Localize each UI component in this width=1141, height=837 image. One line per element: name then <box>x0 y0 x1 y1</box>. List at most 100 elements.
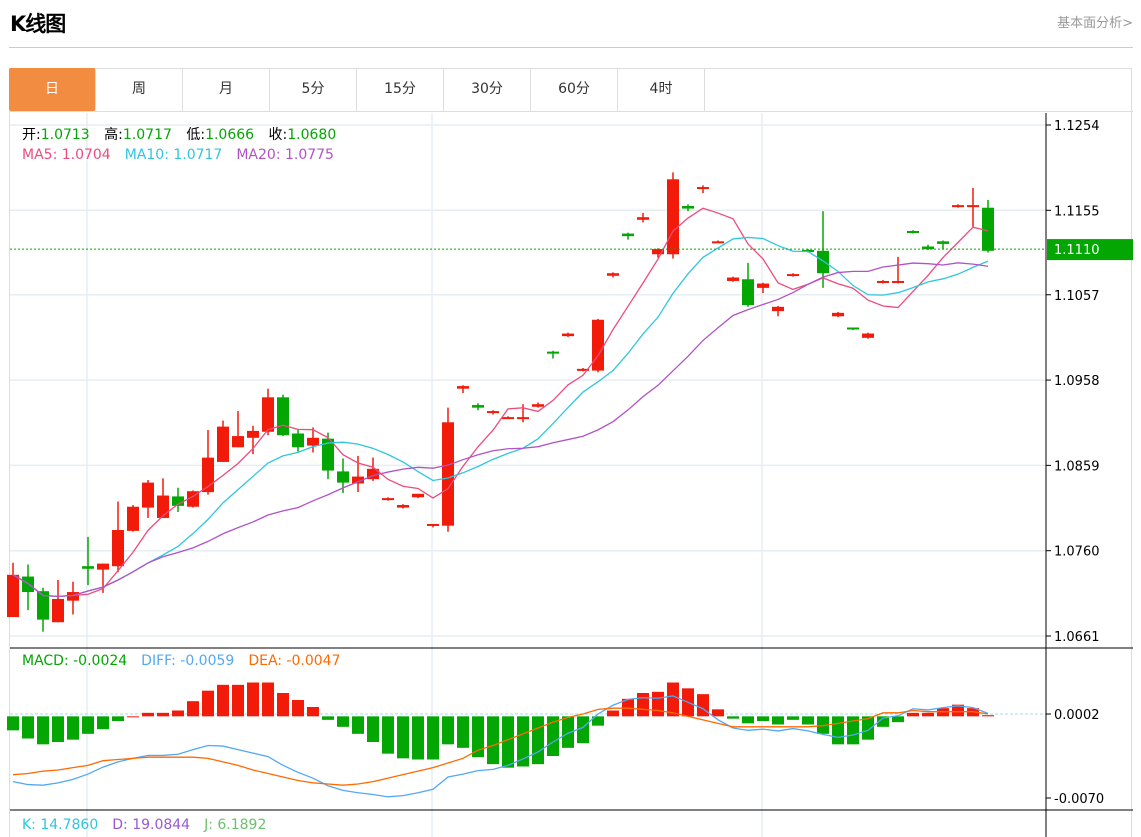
candle-up-body <box>892 280 904 283</box>
macd-bar-negative <box>367 716 379 742</box>
macd-bar-positive <box>202 690 214 717</box>
candle-down-body <box>622 233 634 237</box>
high-label: 高: <box>104 127 123 143</box>
dea-value: DEA: -0.0047 <box>248 653 341 669</box>
candle-up-body <box>592 319 604 371</box>
macd-bar-negative <box>37 716 49 745</box>
diff-value: DIFF: -0.0059 <box>141 653 235 669</box>
candle-down-body <box>937 241 949 244</box>
candle-up-body <box>712 241 724 244</box>
candle-down-body <box>682 206 694 209</box>
macd-bar-negative <box>802 716 814 725</box>
candle-up-body <box>7 574 19 618</box>
d-value: D: 19.0844 <box>112 817 191 833</box>
macd-tick-label: -0.0070 <box>1054 792 1104 807</box>
candle-up-body <box>487 411 499 414</box>
candle-down-body <box>292 433 304 448</box>
candle-up-body <box>607 273 619 276</box>
candle-up-body <box>232 436 244 448</box>
close-label: 收: <box>268 127 288 143</box>
candle-up-body <box>157 495 169 518</box>
macd-bar-negative <box>322 716 334 720</box>
macd-bar-negative <box>832 716 844 745</box>
candle-up-body <box>637 217 649 220</box>
candle-up-body <box>397 505 409 508</box>
macd-legend: MACD: -0.0024 DIFF: -0.0059 DEA: -0.0047 <box>22 653 350 669</box>
macd-bar-positive <box>262 682 274 717</box>
candle-down-body <box>472 405 484 408</box>
candle-up-body <box>247 430 259 438</box>
macd-bar-positive <box>652 691 664 717</box>
macd-bar-positive <box>247 682 259 717</box>
low-label: 低: <box>186 127 206 143</box>
price-tick-label: 1.1057 <box>1054 289 1100 304</box>
macd-value: MACD: -0.0024 <box>22 653 128 669</box>
macd-bar-negative <box>67 716 79 740</box>
macd-bar-positive <box>982 715 994 717</box>
candle-up-body <box>412 493 424 498</box>
macd-bar-positive <box>667 682 679 717</box>
macd-bar-positive <box>172 710 184 717</box>
current-price-label: 1.1110 <box>1054 243 1100 258</box>
candle-down-body <box>277 397 289 436</box>
candle-up-body <box>517 417 529 420</box>
candle-up-body <box>502 417 514 420</box>
price-tick-label: 1.0661 <box>1054 630 1100 645</box>
price-tick-label: 1.0760 <box>1054 545 1100 560</box>
candle-up-body <box>112 530 124 567</box>
candle-up-body <box>427 523 439 526</box>
macd-bar-positive <box>127 716 139 718</box>
candle-down-body <box>847 327 859 330</box>
macd-bar-positive <box>307 707 319 717</box>
macd-bar-positive <box>697 694 709 717</box>
macd-bar-positive <box>142 712 154 717</box>
close-value: 1.0680 <box>287 127 337 143</box>
candle-up-body <box>262 397 274 432</box>
macd-bar-negative <box>742 716 754 724</box>
macd-bar-negative <box>22 716 34 739</box>
ma5-line <box>12 207 989 598</box>
candle-up-body <box>52 598 64 623</box>
macd-bar-positive <box>712 709 724 717</box>
macd-bar-negative <box>82 716 94 734</box>
macd-bar-negative <box>487 716 499 765</box>
macd-bar-negative <box>7 716 19 731</box>
candle-down-body <box>547 351 559 354</box>
candle-up-body <box>832 312 844 317</box>
open-value: 1.0713 <box>40 127 90 143</box>
candle-up-body <box>562 333 574 337</box>
candle-up-body <box>877 280 889 283</box>
candle-up-body <box>307 437 319 446</box>
candle-down-body <box>82 566 94 569</box>
macd-bar-negative <box>352 716 364 734</box>
macd-bar-positive <box>607 710 619 717</box>
macd-bar-negative <box>97 716 109 730</box>
macd-bar-positive <box>907 712 919 717</box>
macd-bar-negative <box>892 716 904 723</box>
candle-up-body <box>97 563 109 570</box>
candle-up-body <box>967 205 979 208</box>
macd-bar-negative <box>787 716 799 720</box>
candle-up-body <box>667 179 679 255</box>
macd-bar-positive <box>232 684 244 717</box>
open-label: 开: <box>22 127 41 143</box>
kdj-legend: K: 14.7860 D: 19.0844 J: 6.1892 <box>22 817 276 833</box>
macd-bar-negative <box>727 716 739 719</box>
candle-up-body <box>727 277 739 281</box>
candle-down-body <box>742 279 754 306</box>
ma10-value: MA10: 1.0717 <box>124 147 223 163</box>
price-tick-label: 1.1155 <box>1054 204 1100 219</box>
price-tick-label: 1.0958 <box>1054 374 1100 389</box>
candle-up-body <box>142 482 154 508</box>
high-value: 1.0717 <box>122 127 172 143</box>
ohlc-legend: 开:1.0713 高:1.0717 低:1.0666 收:1.0680 <box>22 124 346 144</box>
macd-bar-negative <box>772 716 784 725</box>
macd-bar-negative <box>112 716 124 721</box>
candle-up-body <box>457 386 469 389</box>
candle-down-body <box>817 250 829 274</box>
macd-bar-positive <box>292 700 304 717</box>
candle-up-body <box>952 205 964 208</box>
macd-bar-positive <box>922 712 934 717</box>
candle-up-body <box>442 422 454 526</box>
macd-bar-negative <box>757 716 769 721</box>
